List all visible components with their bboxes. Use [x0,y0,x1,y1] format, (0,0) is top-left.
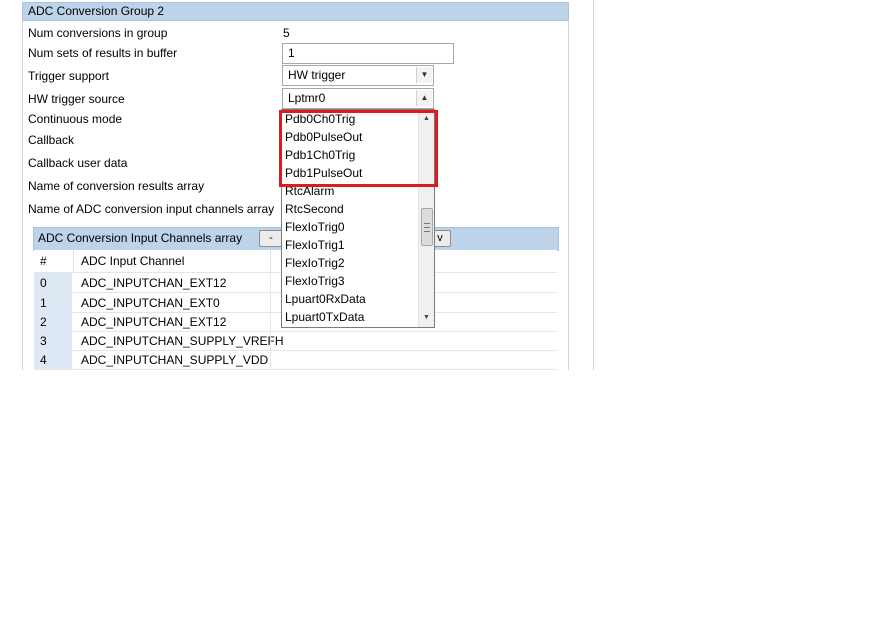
dropdown-option[interactable]: Pdb0PulseOut [285,128,362,146]
scrollbar-thumb[interactable] [421,207,433,246]
dropdown-option[interactable]: FlexIoTrig0 [285,218,345,236]
group-title: ADC Conversion Group 2 [28,4,165,18]
dropdown-option[interactable]: Pdb1Ch0Trig [285,146,355,164]
row-index: 0 [40,276,47,290]
row-index-cell[interactable]: 4 [34,350,72,369]
trigger-support-select[interactable]: HW trigger ▼ [282,65,434,86]
dropdown-option[interactable]: Lpuart0TxData [285,308,364,326]
dropdown-option[interactable]: FlexIoTrig1 [285,236,345,254]
row-index: 3 [40,334,47,348]
adc-config-panel: ADC Conversion Group 2 Num conversions i… [0,0,594,370]
row-index: 2 [40,315,47,329]
row-index-cell[interactable]: 3 [34,331,72,350]
row-channel[interactable]: ADC_INPUTCHAN_EXT12 [81,276,226,290]
dropdown-option[interactable]: FlexIoTrig3 [285,272,345,290]
dropdown-option[interactable]: Pdb0Ch0Trig [285,110,355,128]
hw-trigger-source-select[interactable]: Lptmr0 ▲ [282,88,434,109]
num-sets-label: Num sets of results in buffer [28,46,178,60]
remove-row-button[interactable]: - [259,230,283,247]
dropdown-option[interactable]: RtcSecond [285,200,344,218]
row-index-cell[interactable]: 0 [34,273,72,292]
row-channel[interactable]: ADC_INPUTCHAN_EXT12 [81,315,226,329]
column-header-channel[interactable]: ADC Input Channel [81,254,184,268]
row-index: 1 [40,296,47,310]
num-conversions-value: 5 [283,26,290,40]
hw-trigger-source-label: HW trigger source [28,92,125,106]
num-sets-input[interactable]: 1 [282,43,454,64]
dropdown-option[interactable]: RtcAlarm [285,182,334,200]
chevron-down-icon[interactable]: ▼ [416,67,432,83]
dropdown-option[interactable]: FlexIoTrig2 [285,254,345,272]
num-sets-value: 1 [288,46,295,60]
hw-trigger-source-dropdown: Pdb0Ch0Trig Pdb0PulseOut Pdb1Ch0Trig Pdb… [281,109,435,328]
row-index-cell[interactable]: 1 [34,293,72,312]
trigger-support-label: Trigger support [28,69,109,83]
dropdown-option[interactable]: Pdb1PulseOut [285,164,362,182]
callback-label: Callback [28,133,75,147]
callback-user-data-label: Callback user data [28,156,128,170]
row-channel[interactable]: ADC_INPUTCHAN_EXT0 [81,296,220,310]
dropdown-option[interactable]: Lpuart0RxData [285,290,366,308]
group-header: ADC Conversion Group 2 [22,2,569,21]
scroll-down-icon[interactable]: ▼ [419,311,434,325]
results-array-label: Name of conversion results array [28,179,205,193]
column-header-index[interactable]: # [40,254,47,268]
panel-divider [593,0,594,370]
row-index: 4 [40,353,47,367]
continuous-mode-label: Continuous mode [28,112,123,126]
row-channel[interactable]: ADC_INPUTCHAN_SUPPLY_VDD [81,353,268,367]
chevron-up-icon[interactable]: ▲ [416,90,432,106]
input-channels-array-label: Name of ADC conversion input channels ar… [28,202,275,216]
dropdown-scrollbar[interactable]: ▲ ▼ [418,110,434,327]
row-channel[interactable]: ADC_INPUTCHAN_SUPPLY_VREFH [81,334,284,348]
hw-trigger-source-value: Lptmr0 [288,91,326,105]
scroll-up-icon[interactable]: ▲ [419,112,434,126]
table-row[interactable]: 3 ADC_INPUTCHAN_SUPPLY_VREFH [34,331,557,351]
trigger-support-value: HW trigger [288,68,346,82]
num-conversions-label: Num conversions in group [28,26,168,40]
table-row[interactable]: 4 ADC_INPUTCHAN_SUPPLY_VDD [34,350,557,370]
row-index-cell[interactable]: 2 [34,312,72,331]
channels-table-title: ADC Conversion Input Channels array [38,231,243,245]
